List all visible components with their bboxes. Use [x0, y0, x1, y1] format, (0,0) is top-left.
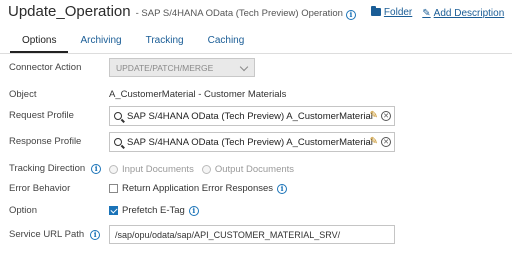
prefetch-etag-label: Prefetch E-Tag [122, 205, 185, 216]
object-label: Object [9, 89, 37, 100]
page-subtitle: - SAP S/4HANA OData (Tech Preview) Opera… [135, 8, 343, 19]
pencil-icon[interactable]: ✎ [370, 110, 378, 121]
tab-caching[interactable]: Caching [196, 33, 257, 53]
output-documents-label: Output Documents [214, 164, 295, 175]
error-behavior-row: Error Behavior Return Application Error … [0, 183, 512, 197]
input-documents-label: Input Documents [122, 164, 194, 175]
page-header: Update_Operation - SAP S/4HANA OData (Te… [8, 3, 508, 23]
response-profile-value: SAP S/4HANA OData (Tech Preview) A_Custo… [127, 136, 373, 148]
clear-icon[interactable]: ✕ [381, 111, 391, 121]
return-errors-label: Return Application Error Responses [122, 183, 274, 194]
tracking-direction-label-group: Tracking Direction i [9, 163, 102, 174]
object-value: A_CustomerMaterial - Customer Materials [109, 89, 287, 100]
service-url-input[interactable]: /sap/opu/odata/sap/API_CUSTOMER_MATERIAL… [109, 225, 395, 244]
info-icon[interactable]: i [345, 9, 356, 20]
page-title: Update_Operation [8, 3, 131, 20]
add-description-link[interactable]: ✎ Add Description [422, 8, 504, 19]
connector-action-select[interactable]: UPDATE/PATCH/MERGE [109, 58, 255, 77]
search-icon[interactable] [114, 138, 122, 146]
info-icon[interactable]: i [90, 229, 101, 240]
request-profile-row: Request Profile SAP S/4HANA OData (Tech … [0, 106, 512, 126]
tab-options[interactable]: Options [10, 33, 69, 53]
folder-link[interactable]: Folder [370, 6, 413, 18]
clear-icon[interactable]: ✕ [381, 137, 391, 147]
tab-archiving[interactable]: Archiving [68, 33, 133, 53]
info-icon[interactable]: i [277, 183, 288, 194]
option-label: Option [9, 205, 37, 216]
error-behavior-label: Error Behavior [9, 183, 71, 194]
service-url-row: Service URL Path i /sap/opu/odata/sap/AP… [0, 225, 512, 245]
connector-action-row: Connector Action UPDATE/PATCH/MERGE [0, 58, 512, 78]
pencil-icon: ✎ [422, 8, 431, 19]
option-row: Option Prefetch E-Tag i [0, 205, 512, 219]
chevron-down-icon [239, 62, 249, 72]
response-profile-label: Response Profile [9, 136, 82, 147]
tracking-direction-label: Tracking Direction [9, 163, 86, 174]
object-row: Object A_CustomerMaterial - Customer Mat… [0, 89, 512, 103]
request-profile-value: SAP S/4HANA OData (Tech Preview) A_Custo… [127, 110, 373, 122]
tab-tracking[interactable]: Tracking [134, 33, 196, 53]
search-icon[interactable] [114, 112, 122, 120]
connector-action-value: UPDATE/PATCH/MERGE [116, 62, 214, 73]
info-icon[interactable]: i [188, 205, 199, 216]
service-url-label-group: Service URL Path i [9, 229, 101, 240]
request-profile-field[interactable]: SAP S/4HANA OData (Tech Preview) A_Custo… [109, 106, 395, 126]
connector-action-label: Connector Action [9, 62, 82, 73]
pencil-icon[interactable]: ✎ [370, 136, 378, 147]
response-profile-row: Response Profile SAP S/4HANA OData (Tech… [0, 132, 512, 152]
response-profile-field[interactable]: SAP S/4HANA OData (Tech Preview) A_Custo… [109, 132, 395, 152]
info-icon[interactable]: i [91, 163, 102, 174]
folder-link-label: Folder [383, 6, 413, 18]
input-documents-radio[interactable] [109, 165, 118, 174]
request-profile-label: Request Profile [9, 110, 74, 121]
tab-bar: Options Archiving Tracking Caching [10, 33, 256, 53]
folder-icon [370, 6, 381, 16]
return-errors-checkbox[interactable] [109, 184, 118, 193]
output-documents-radio[interactable] [201, 165, 211, 174]
tab-divider [0, 53, 512, 54]
add-description-label: Add Description [433, 8, 505, 19]
service-url-label: Service URL Path [9, 229, 85, 240]
tracking-direction-row: Tracking Direction i Input Documents Out… [0, 163, 512, 177]
prefetch-etag-checkbox[interactable] [109, 206, 118, 215]
